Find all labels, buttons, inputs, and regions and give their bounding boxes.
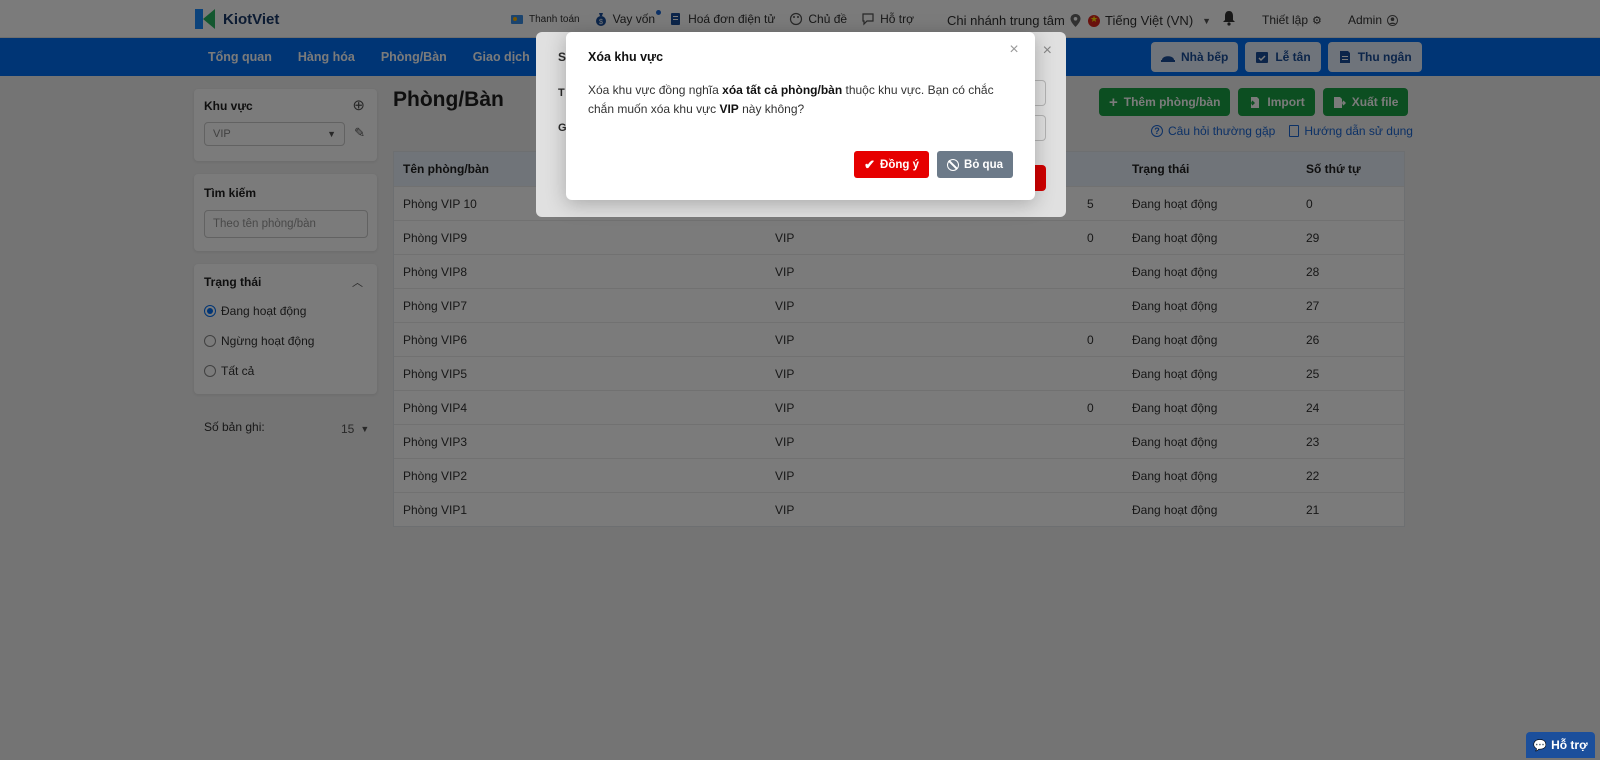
close-icon[interactable]: × (1006, 42, 1022, 58)
modal-title: Xóa khu vực (588, 50, 664, 64)
delete-area-modal: Xóa khu vực × Xóa khu vực đồng nghĩa xóa… (566, 32, 1035, 200)
ban-icon (947, 158, 960, 171)
confirm-button[interactable]: ✔ Đồng ý (854, 151, 930, 178)
message-emphasis: xóa tất cả phòng/bàn (722, 83, 843, 97)
chat-icon: 💬 (1533, 739, 1548, 752)
modal-message: Xóa khu vực đồng nghĩa xóa tất cả phòng/… (588, 81, 1018, 119)
message-text: này không? (738, 102, 805, 116)
cancel-label: Bỏ qua (964, 158, 1003, 171)
check-icon: ✔ (864, 156, 876, 172)
confirm-label: Đồng ý (880, 158, 920, 171)
support-chat-label: Hỗ trợ (1551, 738, 1588, 752)
cancel-button[interactable]: Bỏ qua (937, 151, 1013, 178)
support-chat-button[interactable]: 💬 Hỗ trợ (1526, 732, 1595, 758)
message-area-name: VIP (719, 102, 739, 116)
message-text: Xóa khu vực đồng nghĩa (588, 83, 723, 97)
